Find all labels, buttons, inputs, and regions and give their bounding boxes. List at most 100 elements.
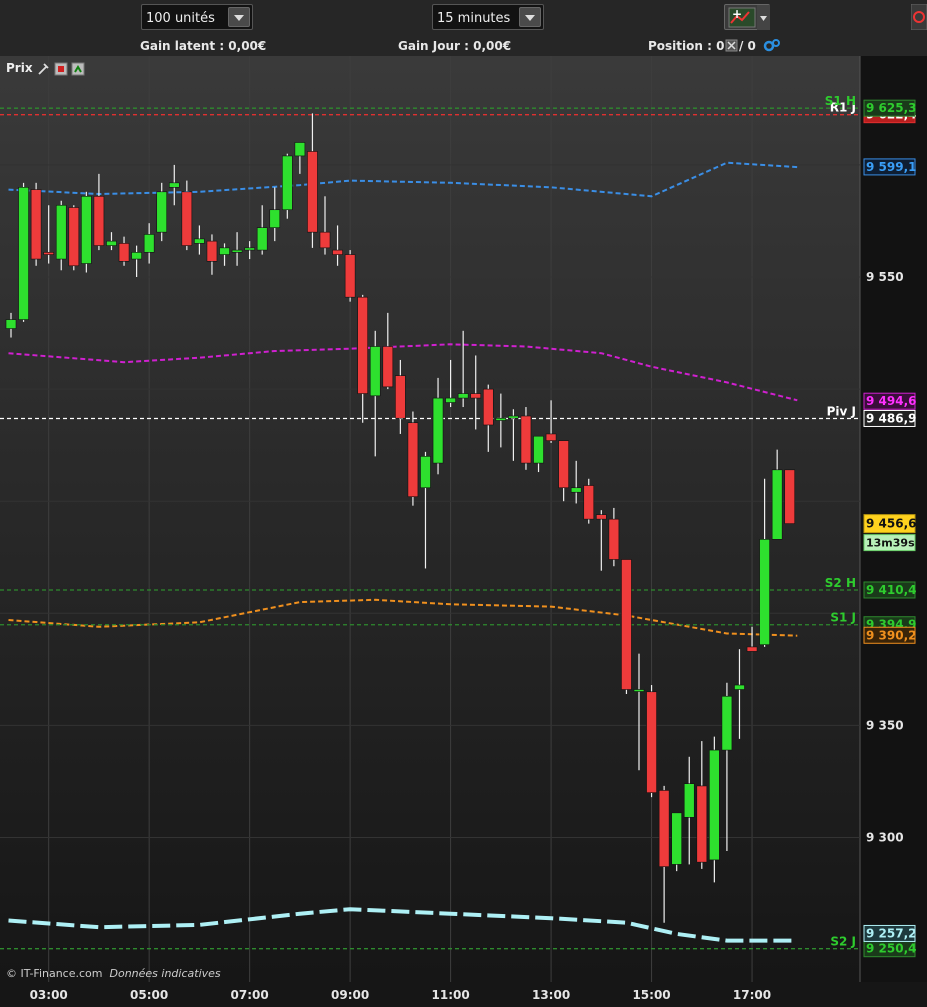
candle-body [168,182,180,188]
svg-text:+: + [732,7,742,21]
candle-body [683,783,695,818]
price-tick-label: 9 300 [866,831,904,845]
candle-body [721,695,733,751]
candle-body [407,422,419,498]
candle-body [633,689,645,692]
candle-body [608,518,620,560]
gain-jour: Gain Jour : 0,00€ [398,39,512,53]
candle-body [194,238,205,244]
candle-body [457,393,469,399]
countdown: 13m39s [866,537,915,550]
candle-body [106,240,117,246]
candle-body [709,749,720,861]
candle-body [68,207,80,267]
candle-body [508,415,519,419]
candle-body [93,195,105,246]
level-value: 9 486,9 [866,411,916,425]
gain-latent: Gain latent : 0,00€ [140,39,267,53]
time-tick-label: 09:00 [331,988,370,1002]
candle-body [759,539,770,645]
level-name: S1 H [825,94,856,108]
time-tick-label: 05:00 [130,988,169,1002]
candle-body [784,469,796,524]
chevron-down-icon[interactable] [228,7,250,27]
candle-body [206,240,218,262]
candle-body [520,415,532,464]
remove-dot [57,65,64,72]
candle-body [671,812,682,865]
candle-body [231,249,243,253]
candle-body [219,247,230,255]
level-value: 9 257,2 [866,926,916,940]
candle-body [621,559,632,690]
candle-body [369,346,381,397]
level-name: S2 J [830,935,856,949]
chart-tools-button[interactable]: + [724,4,770,30]
level-value: 9 494,6 [866,394,916,408]
candle-body [495,417,507,421]
candle-body [470,393,482,399]
interval-value: 15 minutes [437,11,511,26]
candle-body [533,435,544,464]
quantity-select[interactable]: 100 unités [141,4,253,30]
level-value: 9 599,1 [866,160,916,174]
settings-icon[interactable] [911,4,927,30]
level-value: 9 410,4 [866,583,916,597]
candle-body [771,469,783,540]
candle-body [156,191,168,233]
candle-body [382,346,394,388]
quantity-value: 100 unités [146,11,215,26]
candle-body [658,790,670,867]
position: Position : 0 [648,39,725,53]
candle-body [30,189,42,260]
info-bar: Gain latent : 0,00€ Gain Jour : 0,00€ Po… [0,36,927,56]
candle-body [696,785,708,863]
copyright-notice: © IT-Finance.com Données indicatives [6,967,221,980]
candle-body [256,227,268,251]
candle-body [181,191,193,246]
interval-select[interactable]: 15 minutes [432,4,544,30]
time-tick-label: 13:00 [531,988,571,1002]
level-value: 9 625,3 [866,101,916,115]
price-tick-label: 9 350 [866,718,904,732]
level-name: S2 H [825,576,856,590]
candle-body [332,249,343,255]
chart-tools-icon: + [728,5,770,30]
chart-legend: Prix [6,61,87,76]
candle-body [307,151,318,233]
time-tick-label: 07:00 [230,988,269,1002]
candle-body [294,142,306,157]
top-toolbar: 100 unités 15 minutes + [0,0,927,36]
level-value: 9 390,2 [866,628,916,642]
candle-body [357,296,368,394]
candle-body [420,456,431,489]
candle-body [746,646,758,652]
candle-body [282,155,293,211]
level-name: S1 J [830,611,856,625]
candle-body [244,247,255,251]
candle-body [319,231,331,249]
candle-body [43,252,54,255]
candle-body [545,433,557,441]
candle-body [558,440,569,489]
level-name: Piv J [827,404,856,418]
disclaimer-text: Données indicatives [109,967,221,980]
candle-body [570,487,582,493]
candle-body [445,397,456,403]
candle-body [18,187,29,320]
close-position-icon[interactable] [725,39,739,53]
candle-body [269,209,281,228]
candle-body [118,243,130,262]
candle-body [734,684,745,690]
price-tick-label: 9 550 [866,270,904,284]
gears-icon[interactable] [763,38,781,52]
chevron-down-icon[interactable] [519,7,541,27]
candle-body [81,195,92,264]
candle-body [646,691,657,793]
wrench-icon[interactable] [38,62,49,75]
price-chart[interactable]: 9 3009 3509 550 R1 J9 622,4S1 H9 625,39 … [0,56,927,982]
time-tick-label: 17:00 [732,988,772,1002]
candle-body [344,254,356,298]
candle-body [482,388,494,426]
add-indicator-icon[interactable] [71,62,85,75]
